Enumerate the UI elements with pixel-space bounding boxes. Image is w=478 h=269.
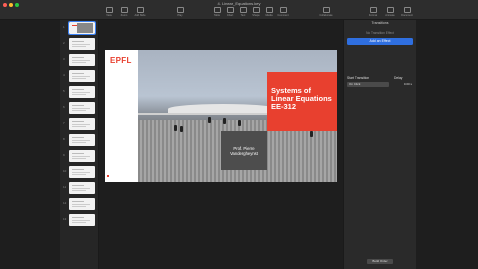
slide-thumbnail[interactable]: 13 <box>60 214 98 226</box>
slide-thumbnail[interactable]: 3 <box>60 54 98 66</box>
presenter-box: Prof. Pierre Vandergheynst <box>221 131 267 170</box>
person-figure <box>238 120 241 126</box>
slide-preview <box>69 70 95 82</box>
add-effect-button[interactable]: Add an Effect <box>347 38 413 45</box>
plus-icon <box>136 7 144 13</box>
epfl-logo: EPFL <box>110 56 132 65</box>
toolbar-add-slide-button[interactable]: Add Slide <box>131 7 149 17</box>
slide-preview <box>69 198 95 210</box>
animate-icon <box>386 7 394 13</box>
slide-thumbnail[interactable]: 12 <box>60 198 98 210</box>
toolbar-format-button[interactable]: Format <box>364 7 382 17</box>
person-figure <box>174 125 177 131</box>
document-icon <box>403 7 411 13</box>
sidebar-icon <box>105 7 113 13</box>
slide-marker <box>107 175 109 177</box>
toolbar-document-button[interactable]: Document <box>398 7 416 17</box>
current-slide[interactable]: EPFL Systems of Linear Equations EE-312 … <box>105 50 337 182</box>
shape-icon <box>252 7 260 13</box>
slide-preview <box>69 166 95 178</box>
person-figure <box>180 126 183 132</box>
table-icon <box>213 7 221 13</box>
person-figure <box>208 117 211 123</box>
presenter-name: Prof. Pierre Vandergheynst <box>230 146 258 156</box>
animate-inspector: Transitions No Transition Effect Add an … <box>343 20 416 269</box>
slide-thumbnail[interactable]: 11 <box>60 182 98 194</box>
slide-preview <box>69 38 95 50</box>
inspector-tab-transitions[interactable]: Transitions <box>344 21 416 25</box>
delay-label: Delay <box>394 76 403 80</box>
window-title: 4. Linear_Equations.key <box>217 1 261 6</box>
slide-preview <box>69 86 95 98</box>
no-transition-label: No Transition Effect <box>366 31 394 35</box>
slide-thumbnail[interactable]: 5 <box>60 86 98 98</box>
slide-thumbnail[interactable]: 8 <box>60 134 98 146</box>
delay-stepper[interactable]: 0.00 s <box>396 82 412 87</box>
slide-preview <box>69 214 95 226</box>
format-icon <box>369 7 377 13</box>
play-icon <box>176 7 184 13</box>
title-box: Systems of Linear Equations EE-312 <box>267 72 337 131</box>
slide-preview <box>69 54 95 66</box>
person-figure <box>223 118 226 124</box>
slide-title: Systems of Linear Equations EE-312 <box>271 86 332 111</box>
slide-thumbnail[interactable]: 7 <box>60 118 98 130</box>
slide-thumbnail[interactable]: 4 <box>60 70 98 82</box>
slide-thumbnail[interactable]: 2 <box>60 38 98 50</box>
chart-icon <box>226 7 234 13</box>
slide-thumbnail[interactable]: 10 <box>60 166 98 178</box>
slide-preview <box>69 102 95 114</box>
slide-preview <box>69 150 95 162</box>
slide-thumbnail[interactable]: 6 <box>60 102 98 114</box>
text-icon <box>239 7 247 13</box>
slide-thumbnail[interactable]: 1 <box>60 21 98 35</box>
person-figure <box>310 131 313 137</box>
window-titlebar: 4. Linear_Equations.key View Zoom Add Sl… <box>0 0 478 20</box>
collaborate-icon <box>322 7 330 13</box>
slide-preview <box>69 134 95 146</box>
toolbar-comment-button[interactable]: Comment <box>274 7 292 17</box>
toolbar-animate-button[interactable]: Animate <box>381 7 399 17</box>
slide-preview <box>69 118 95 130</box>
slide-thumbnail[interactable]: 9 <box>60 150 98 162</box>
build-order-button[interactable]: Build Order <box>367 259 393 264</box>
desktop-background <box>416 20 478 269</box>
media-icon <box>265 7 273 13</box>
start-transition-label: Start Transition <box>347 76 370 80</box>
slide-navigator: 1 2 3 4 5 6 7 8 9 10 11 12 13 <box>60 20 99 269</box>
zoom-icon <box>120 7 128 13</box>
start-transition-select[interactable]: On Click <box>347 82 389 87</box>
slide-preview <box>69 182 95 194</box>
comment-icon <box>279 7 287 13</box>
toolbar-collaborate-button[interactable]: Collaborate <box>317 7 335 17</box>
slide-preview <box>68 21 96 35</box>
toolbar-play-button[interactable]: Play <box>171 7 189 17</box>
